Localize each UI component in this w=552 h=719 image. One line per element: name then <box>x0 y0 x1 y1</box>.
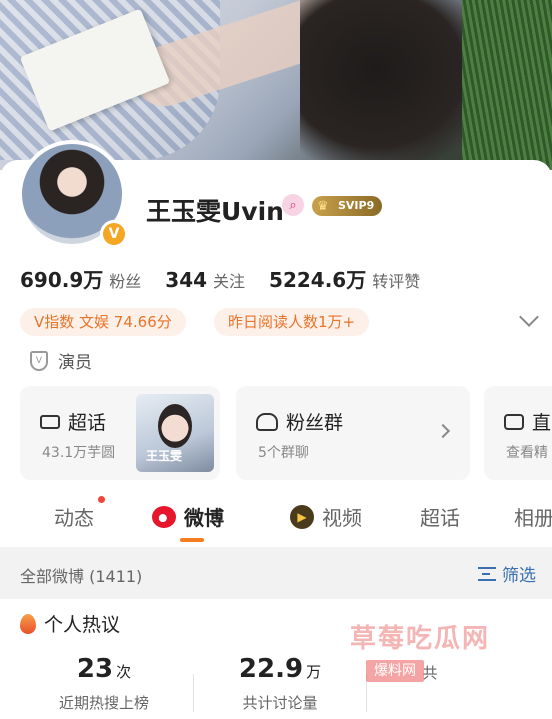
following-count[interactable]: 344 <box>165 268 207 292</box>
group-icon <box>256 412 278 431</box>
diamond-icon <box>40 414 60 429</box>
hot-discussion-label: 个人热议 <box>44 614 121 636</box>
profile-name: 王玉雯Uvin <box>146 197 284 226</box>
chevron-right-icon <box>435 423 451 439</box>
metric-discussion[interactable]: 22.9 万 共计讨论量 <box>230 654 330 713</box>
fan-group-title-row: 粉丝群 <box>256 408 343 435</box>
role-label: 演员 <box>58 353 92 373</box>
metric-trending-value: 23 <box>76 654 114 684</box>
metric-trending-unit: 次 <box>116 663 132 681</box>
following-label: 关注 <box>213 272 246 291</box>
metric-trending[interactable]: 23 次 近期热搜上榜 <box>54 654 154 713</box>
active-tab-indicator <box>180 538 204 542</box>
thumbnail-face <box>158 404 192 448</box>
metric-trending-label: 近期热搜上榜 <box>58 694 149 712</box>
svip-badge[interactable]: ♛ SVIP9 <box>312 196 383 216</box>
watermark: 草莓吃瓜网 <box>350 624 491 654</box>
fan-group-title: 粉丝群 <box>286 412 344 434</box>
metric-discussion-label: 共计讨论量 <box>242 694 318 712</box>
tab-supertopic[interactable]: 超话 <box>420 502 460 531</box>
readers-tag[interactable]: 昨日阅读人数1万+ <box>214 308 370 336</box>
search-badge-icon[interactable]: ⌕ <box>282 194 304 216</box>
cover-grass <box>462 0 552 170</box>
supertopic-title-row: 超话 <box>40 408 106 435</box>
supertopic-title: 超话 <box>68 412 107 434</box>
tab-dynamics[interactable]: 动态 <box>54 502 94 531</box>
likes-label: 转评赞 <box>372 272 421 291</box>
crown-icon: ♛ <box>317 199 329 214</box>
followers-count[interactable]: 690.9万 <box>20 264 103 293</box>
shield-icon: V <box>30 350 48 371</box>
live-sub: 查看精 <box>506 445 548 461</box>
thumbnail-caption: 王玉雯 <box>146 449 183 463</box>
role-row: V 演员 <box>30 348 92 373</box>
live-title-row: 直 <box>504 408 551 435</box>
flame-icon <box>20 613 36 634</box>
supertopic-card[interactable]: 超话 43.1万芋圆 王玉雯 <box>20 386 220 480</box>
metric-discussion-unit: 万 <box>306 663 322 681</box>
followers-label: 粉丝 <box>109 272 142 291</box>
weibo-icon <box>152 505 176 528</box>
verified-badge-icon: V <box>100 220 128 248</box>
tv-icon <box>504 413 524 430</box>
hot-discussion-title: 个人热议 <box>20 610 120 637</box>
tab-video-label: 视频 <box>322 506 362 530</box>
filter-icon <box>478 566 496 581</box>
tab-video[interactable]: ▶ 视频 <box>290 502 362 531</box>
tab-weibo-label: 微博 <box>184 506 224 530</box>
tab-album[interactable]: 相册 <box>514 502 552 531</box>
metric-discussion-value: 22.9 <box>238 654 304 684</box>
tab-dynamics-label: 动态 <box>54 506 94 530</box>
video-icon: ▶ <box>290 504 314 529</box>
live-title: 直 <box>532 412 552 434</box>
tab-album-label: 相册 <box>514 506 552 530</box>
likes-count: 5224.6万 <box>269 268 367 292</box>
filter-bar: 全部微博 (1411) 筛选 <box>0 547 552 599</box>
tab-supertopic-label: 超话 <box>420 506 460 530</box>
profile-tabs: 动态 微博 ▶ 视频 超话 相册 <box>0 494 552 542</box>
tab-weibo[interactable]: 微博 <box>152 502 224 531</box>
supertopic-sub: 43.1万芋圆 <box>42 445 116 461</box>
notification-dot <box>98 496 105 503</box>
filter-button-label: 筛选 <box>502 566 536 586</box>
svip-label: SVIP9 <box>338 199 375 212</box>
live-card[interactable]: 直 查看精 <box>484 386 552 480</box>
fan-group-sub: 5个群聊 <box>258 445 309 461</box>
filter-button[interactable]: 筛选 <box>478 561 536 586</box>
v-index-tag[interactable]: V指数 文娱 74.66分 <box>20 308 186 336</box>
weibo-count-label: 全部微博 (1411) <box>20 567 143 586</box>
metric-divider <box>193 674 194 712</box>
supertopic-thumbnail: 王玉雯 <box>136 394 214 472</box>
fan-group-card[interactable]: 粉丝群 5个群聊 <box>236 386 470 480</box>
watermark-sub: 爆料网 <box>366 660 424 682</box>
profile-stats: 690.9万 粉丝 344 关注 5224.6万 转评赞 <box>20 264 438 293</box>
